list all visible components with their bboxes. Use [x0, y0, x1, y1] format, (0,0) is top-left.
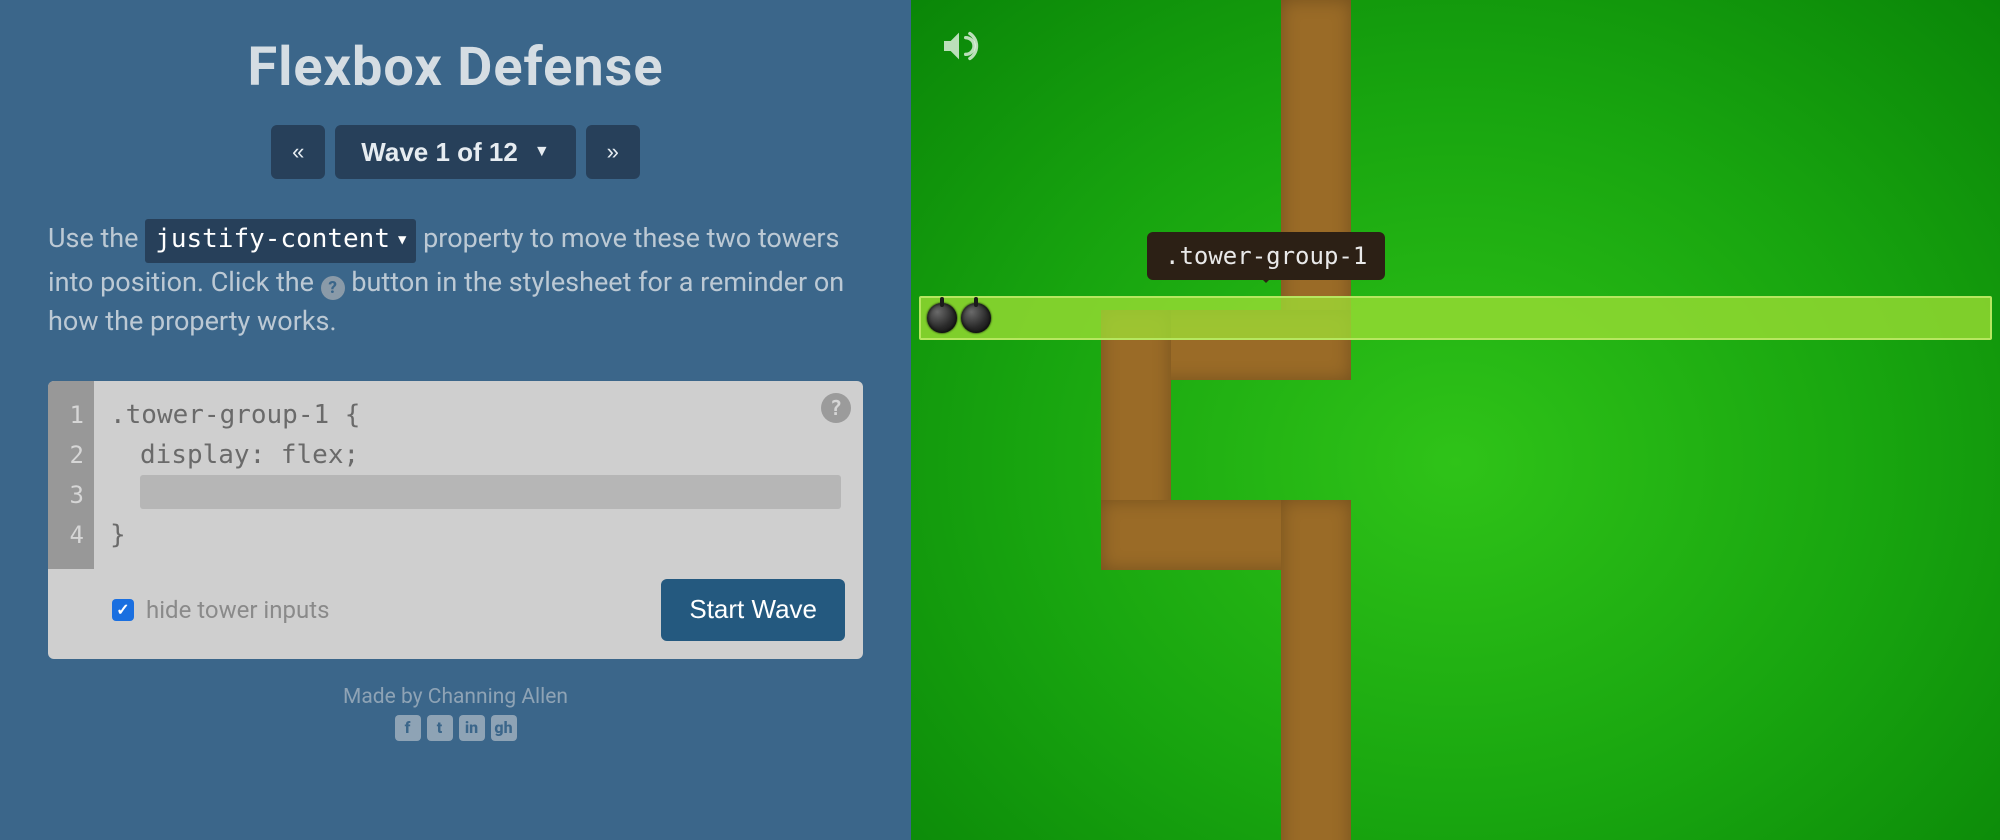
- css-input[interactable]: [140, 475, 841, 509]
- wave-nav: « Wave 1 of 12 ▼ »: [48, 125, 863, 179]
- line-number: 4: [48, 515, 84, 555]
- start-wave-button[interactable]: Start Wave: [661, 579, 845, 641]
- tower[interactable]: [961, 303, 991, 333]
- control-panel: Flexbox Defense « Wave 1 of 12 ▼ » Use t…: [0, 0, 911, 840]
- line-number: 2: [48, 435, 84, 475]
- checkbox-icon: ✓: [112, 599, 134, 621]
- tower-group-tooltip: .tower-group-1: [1147, 232, 1385, 280]
- github-icon[interactable]: gh: [491, 715, 517, 741]
- code-line: .tower-group-1 {: [110, 395, 847, 435]
- chevron-right-icon: »: [607, 141, 619, 163]
- instr-prefix: Use the: [48, 222, 145, 254]
- game-board: .tower-group-1: [911, 0, 2000, 840]
- css-editor: 1 2 3 4 ? .tower-group-1 { display: flex…: [48, 381, 863, 659]
- credits: Made by Channing Allen f t in gh: [48, 685, 863, 741]
- instructions-text: Use the justify-content ▼ property to mo…: [48, 219, 863, 341]
- property-dropdown[interactable]: justify-content ▼: [145, 219, 416, 263]
- tower-group-1[interactable]: [919, 296, 1992, 340]
- prev-wave-button[interactable]: «: [271, 125, 325, 179]
- tower[interactable]: [927, 303, 957, 333]
- code-line: display: flex;: [110, 435, 847, 475]
- made-by: Made by Channing Allen: [48, 685, 863, 709]
- help-icon: ?: [321, 276, 345, 300]
- line-gutter: 1 2 3 4: [48, 381, 94, 569]
- game-title: Flexbox Defense: [48, 36, 863, 99]
- line-number: 1: [48, 395, 84, 435]
- caret-down-icon: ▼: [398, 230, 406, 250]
- code-area: ? .tower-group-1 { display: flex; }: [94, 381, 863, 569]
- line-number: 3: [48, 475, 84, 515]
- next-wave-button[interactable]: »: [586, 125, 640, 179]
- editor-help-button[interactable]: ?: [821, 393, 851, 423]
- code-line: }: [110, 515, 847, 555]
- sound-toggle-icon[interactable]: [939, 26, 979, 70]
- linkedin-icon[interactable]: in: [459, 715, 485, 741]
- property-name: justify-content: [155, 221, 390, 259]
- hide-inputs-label: hide tower inputs: [146, 596, 329, 624]
- caret-down-icon: ▼: [534, 143, 550, 161]
- facebook-icon[interactable]: f: [395, 715, 421, 741]
- hide-tower-inputs-toggle[interactable]: ✓ hide tower inputs: [112, 596, 329, 624]
- enemy-path: [1281, 500, 1351, 840]
- twitter-icon[interactable]: t: [427, 715, 453, 741]
- wave-select[interactable]: Wave 1 of 12 ▼: [335, 125, 575, 179]
- chevron-left-icon: «: [292, 141, 304, 163]
- wave-label: Wave 1 of 12: [361, 137, 518, 168]
